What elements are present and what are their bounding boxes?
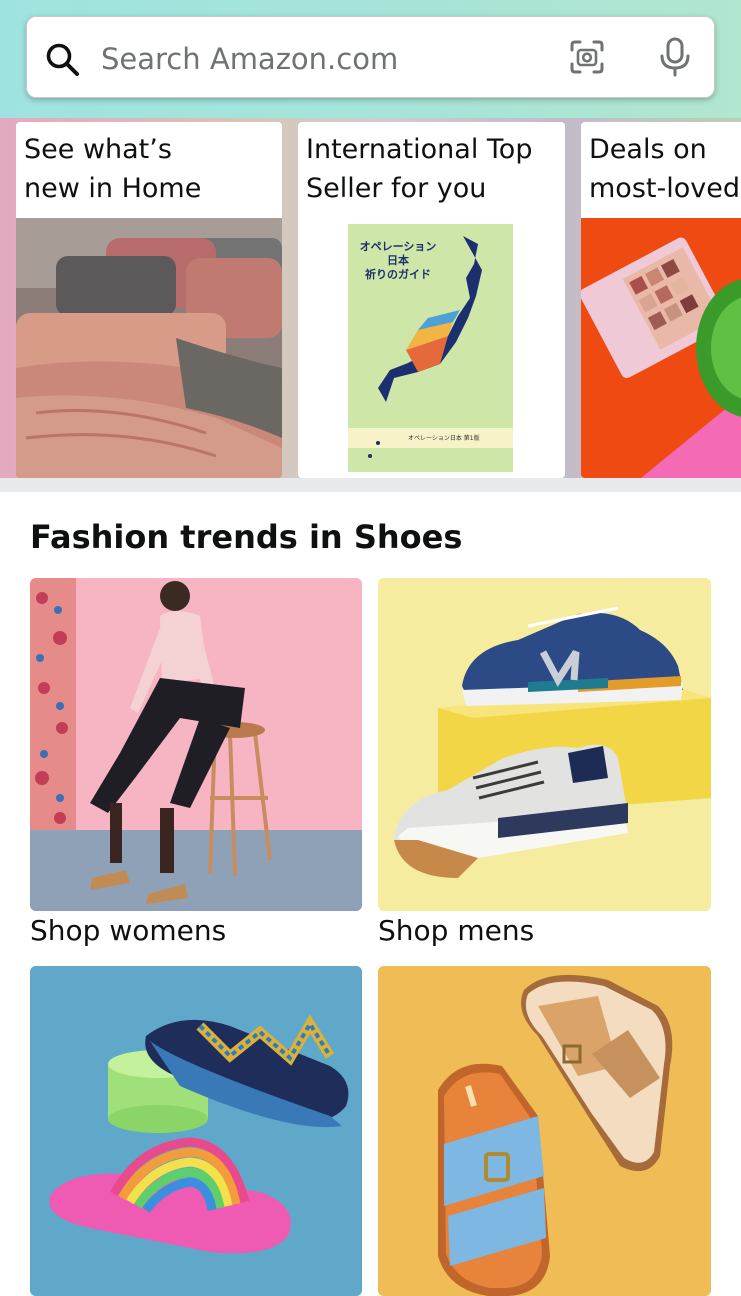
shop-womens-label[interactable]: Shop womens xyxy=(30,914,226,947)
section-title: Fashion trends in Shoes xyxy=(30,518,463,556)
womens-shoes-image xyxy=(30,578,362,911)
card-home[interactable]: See what’s new in Home xyxy=(16,122,282,478)
card-title: See what’s new in Home xyxy=(24,130,278,208)
shop-mens-tile[interactable] xyxy=(378,578,711,911)
card-international-seller[interactable]: International Top Seller for you オペレーション… xyxy=(298,122,565,478)
card-title-line: most-loved xyxy=(589,173,740,204)
sandals-image xyxy=(30,966,362,1296)
sandals-tile[interactable] xyxy=(30,966,362,1296)
book-title-line: 日本 xyxy=(387,254,409,267)
card-title-line: Seller for you xyxy=(306,173,487,204)
card-title-line: International Top xyxy=(306,134,533,165)
card-title-line: See what’s xyxy=(24,134,172,165)
section-divider xyxy=(0,478,741,492)
card-title-line: Deals on xyxy=(589,134,707,165)
cards-strip: See what’s new in Home International Top… xyxy=(0,118,741,492)
sandals-image xyxy=(378,966,711,1296)
search-bar[interactable] xyxy=(26,16,715,98)
mens-shoes-image xyxy=(378,578,711,911)
card-title: Deals on most-loved xyxy=(589,130,741,208)
search-icon[interactable] xyxy=(45,42,81,78)
microphone-icon[interactable] xyxy=(657,37,693,77)
book-title-line: 祈りのガイド xyxy=(365,268,431,281)
bedding-image xyxy=(16,218,282,478)
search-input[interactable] xyxy=(99,35,543,83)
card-title: International Top Seller for you xyxy=(306,130,561,208)
makeup-palette-image xyxy=(581,218,741,478)
book-cover-image: オペレーション 日本 祈りのガイド オペレーション日本 第1版 xyxy=(298,218,565,478)
camera-icon[interactable] xyxy=(569,39,605,75)
book-title: オペレーション 日本 祈りのガイド xyxy=(358,240,438,282)
book-footer: オペレーション日本 第1版 xyxy=(408,435,480,442)
book-title-line: オペレーション xyxy=(359,240,437,253)
card-deals[interactable]: Deals on most-loved xyxy=(581,122,741,478)
shop-mens-label[interactable]: Shop mens xyxy=(378,914,534,947)
card-title-line: new in Home xyxy=(24,173,202,204)
shop-womens-tile[interactable] xyxy=(30,578,362,911)
sandals-tile[interactable] xyxy=(378,966,711,1296)
